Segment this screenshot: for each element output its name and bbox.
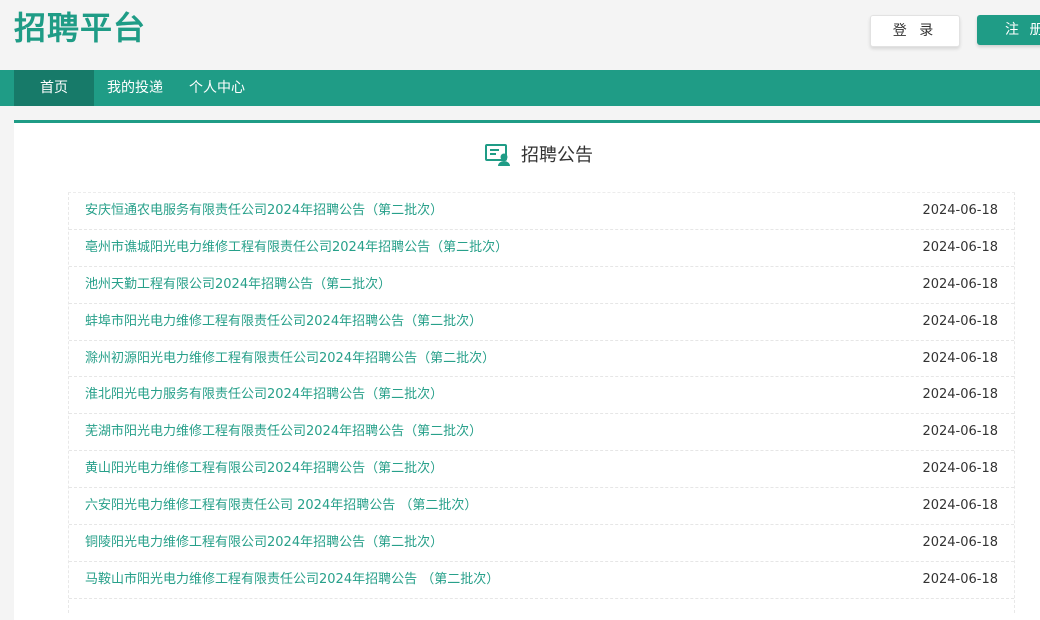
announcement-date: 2024-06-18 [922,424,998,440]
announcement-row[interactable]: 亳州市谯城阳光电力维修工程有限责任公司2024年招聘公告（第二批次） 2024-0… [69,230,1014,267]
announcement-title-link[interactable]: 淮北阳光电力服务有限责任公司2024年招聘公告（第二批次） [85,377,443,413]
announcement-row[interactable]: 六安阳光电力维修工程有限责任公司 2024年招聘公告 （第二批次） 2024-06… [69,488,1014,526]
announcement-row[interactable]: 黄山阳光电力维修工程有限公司2024年招聘公告（第二批次） 2024-06-18 [69,451,1014,489]
main-nav: 首页 我的投递 个人中心 [0,70,1040,106]
announcement-date: 2024-06-18 [922,276,998,292]
announcement-row[interactable]: 池州天勤工程有限公司2024年招聘公告（第二批次） 2024-06-18 [69,267,1014,304]
announcement-title-link[interactable]: 池州天勤工程有限公司2024年招聘公告（第二批次） [85,267,391,303]
announcement-title-link[interactable]: 蚌埠市阳光电力维修工程有限责任公司2024年招聘公告（第二批次） [85,304,482,340]
announcement-date: 2024-06-18 [922,387,998,403]
announcement-title-link[interactable]: 亳州市谯城阳光电力维修工程有限责任公司2024年招聘公告（第二批次） [85,230,508,266]
announcement-date: 2024-06-18 [922,535,998,551]
announcement-row[interactable]: 淮北阳光电力服务有限责任公司2024年招聘公告（第二批次） 2024-06-18 [69,377,1014,415]
announcement-date: 2024-06-18 [922,203,998,218]
announcement-date: 2024-06-18 [922,350,998,366]
announcement-title-link[interactable]: 黄山阳光电力维修工程有限公司2024年招聘公告（第二批次） [85,451,443,487]
nav-item-my-applications[interactable]: 我的投递 [100,70,170,106]
register-button[interactable]: 注 册 [977,15,1040,45]
announcement-row[interactable]: 芜湖市阳光电力维修工程有限责任公司2024年招聘公告（第二批次） 2024-06-… [69,414,1014,452]
header: 招聘平台 登 录 注 册 [0,0,1040,70]
announcement-icon [485,143,511,167]
announcement-row[interactable]: 铜陵阳光电力维修工程有限公司2024年招聘公告（第二批次） 2024-06-18 [69,525,1014,562]
announcement-row[interactable]: 滁州初源阳光电力维修工程有限责任公司2024年招聘公告（第二批次） 2024-06… [69,341,1014,378]
panel-title: 招聘公告 [521,145,593,166]
announcement-title-link[interactable]: 马鞍山市阳光电力维修工程有限责任公司2024年招聘公告 （第二批次） [85,562,499,598]
announcement-title-link[interactable]: 安庆恒通农电服务有限责任公司2024年招聘公告（第二批次） [85,193,443,229]
announcement-date: 2024-06-18 [922,313,998,329]
login-button[interactable]: 登 录 [870,15,960,47]
announcement-title-link[interactable]: 六安阳光电力维修工程有限责任公司 2024年招聘公告 （第二批次） [85,488,477,524]
announcement-list: 安庆恒通农电服务有限责任公司2024年招聘公告（第二批次） 2024-06-18 亳… [68,192,1015,613]
site-logo[interactable]: 招聘平台 [14,8,146,48]
announcement-date: 2024-06-18 [922,461,998,477]
nav-item-personal-center[interactable]: 个人中心 [182,70,252,106]
announcement-row[interactable]: 安庆恒通农电服务有限责任公司2024年招聘公告（第二批次） 2024-06-18 [69,193,1014,230]
panel-header: 招聘公告 [14,123,1040,189]
nav-item-home[interactable]: 首页 [14,70,94,106]
announcement-title-link[interactable]: 芜湖市阳光电力维修工程有限责任公司2024年招聘公告（第二批次） [85,414,482,450]
announcement-title-link[interactable]: 滁州初源阳光电力维修工程有限责任公司2024年招聘公告（第二批次） [85,341,495,377]
announcement-date: 2024-06-18 [922,498,998,514]
announcement-date: 2024-06-18 [922,571,998,587]
announcements-panel: 招聘公告 安庆恒通农电服务有限责任公司2024年招聘公告（第二批次） 2024-0… [14,120,1040,620]
announcement-row[interactable]: 马鞍山市阳光电力维修工程有限责任公司2024年招聘公告 （第二批次） 2024-0… [69,562,1014,599]
announcement-date: 2024-06-18 [922,239,998,255]
announcement-title-link[interactable]: 铜陵阳光电力维修工程有限公司2024年招聘公告（第二批次） [85,525,443,561]
announcement-row[interactable]: 蚌埠市阳光电力维修工程有限责任公司2024年招聘公告（第二批次） 2024-06-… [69,304,1014,341]
